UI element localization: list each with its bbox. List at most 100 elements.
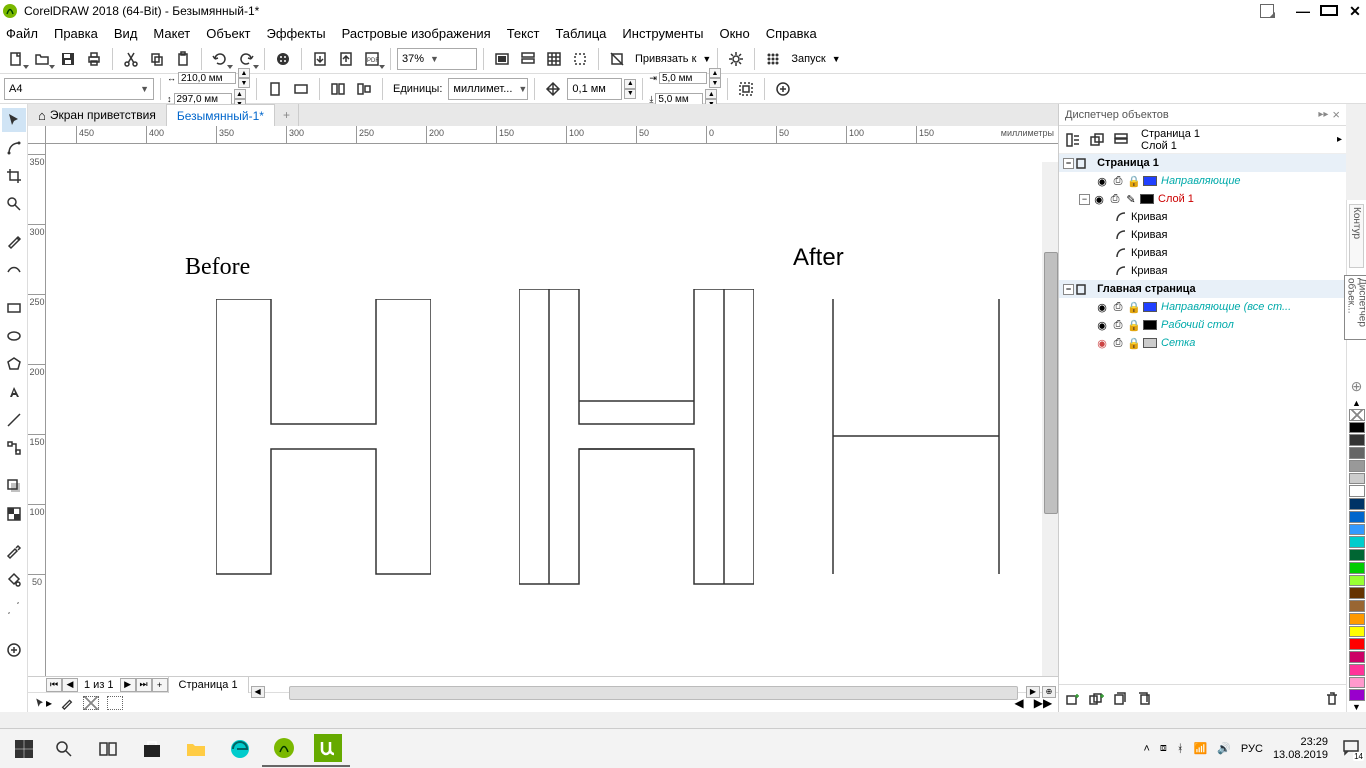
lock-icon[interactable]: 🔒 [1127,175,1141,188]
docker-collapse-icon[interactable]: ▸▸ [1318,109,1328,120]
tray-notifications-icon[interactable]: 14 [1342,738,1360,759]
new-button[interactable] [4,47,28,71]
tray-bluetooth-icon[interactable]: ᚼ [1177,743,1184,755]
open-button[interactable] [30,47,54,71]
docker-close-icon[interactable]: × [1332,107,1340,122]
menu-table[interactable]: Таблица [555,26,606,41]
eyedropper-tool[interactable] [2,540,26,564]
polygon-tool[interactable] [2,352,26,376]
docker-flyout-icon[interactable]: ▸ [1337,134,1342,145]
interactive-fill-tool[interactable] [2,568,26,592]
tray-wifi-icon[interactable]: 📶 [1194,742,1208,755]
export-button[interactable] [334,47,358,71]
copy-button[interactable] [145,47,169,71]
parallel-dimension-tool[interactable] [2,408,26,432]
new-master-layer-button[interactable] [1087,689,1107,709]
connector-tool[interactable] [2,436,26,460]
show-grid-button[interactable] [542,47,566,71]
zoom-combo[interactable]: 37%▼ [397,48,477,70]
menu-layout[interactable]: Макет [153,26,190,41]
edit-across-layers-button[interactable] [1087,130,1107,150]
vertical-scrollbar[interactable] [1042,162,1058,676]
printable-icon[interactable]: ⎙ [1111,175,1125,188]
prev-page-button[interactable]: ◀ [62,678,78,692]
undo-button[interactable] [208,47,232,71]
landscape-button[interactable] [289,77,313,101]
app-launcher-icon[interactable] [761,47,785,71]
search-button[interactable] [42,731,86,767]
new-tab-button[interactable]: + [275,104,299,126]
visibility-icon[interactable]: ◉ [1095,175,1109,188]
menu-object[interactable]: Объект [206,26,250,41]
tray-clock[interactable]: 23:29 13.08.2019 [1273,736,1332,762]
close-button[interactable]: ✕ [1346,3,1364,20]
contour-tab[interactable]: Контур [1349,204,1364,268]
start-button[interactable] [6,731,42,767]
new-layer-button[interactable] [1063,689,1083,709]
units-combo[interactable]: миллимет...▼ [448,78,528,100]
taskbar-explorer-icon[interactable] [174,731,218,767]
outline-tool[interactable] [2,596,26,620]
workspace-button[interactable] [1260,4,1274,18]
show-guidelines-button[interactable] [568,47,592,71]
launcher-label[interactable]: Запуск [791,53,825,65]
taskbar-utorrent-icon[interactable] [306,731,350,767]
page-tab[interactable]: Страница 1 [168,677,249,693]
page-width-input[interactable] [178,72,236,84]
transparency-tool[interactable] [2,502,26,526]
tray-language[interactable]: РУС [1241,743,1263,755]
nudge-input[interactable] [567,78,622,100]
portrait-button[interactable] [263,77,287,101]
dup-x-input[interactable] [659,72,707,84]
taskbar-coreldraw-icon[interactable] [262,731,306,767]
pick-tool[interactable] [2,108,26,132]
object-manager-tab[interactable]: Диспетчер объек... [1344,275,1366,339]
menu-bitmaps[interactable]: Растровые изображения [342,26,491,41]
search-content-button[interactable] [271,47,295,71]
publish-pdf-button[interactable]: PDF [360,47,384,71]
minimize-button[interactable]: — [1294,3,1312,19]
ruler-horizontal[interactable]: 450 400 350 300 250 200 150 100 50 0 50 … [28,126,1058,144]
ruler-vertical[interactable]: 350 300 250 200 150 100 50 [28,144,46,676]
add-preset-button[interactable] [771,77,795,101]
duplicate-distance[interactable]: ⇥▲▼ ⤓▲▼ [649,68,721,109]
cursor-info-icon[interactable]: ▸ [34,695,52,711]
add-color-button[interactable]: ⊕ [1351,378,1363,395]
menu-view[interactable]: Вид [114,26,138,41]
show-properties-button[interactable] [1063,130,1083,150]
last-page-button[interactable]: ⏭ [136,678,152,692]
menu-window[interactable]: Окно [719,26,749,41]
text-tool[interactable] [2,380,26,404]
color-swatch[interactable] [1349,422,1365,434]
color-palette[interactable]: Контур Диспетчер объек... ⊕ ▲ ▼ [1346,200,1366,712]
tray-up-icon[interactable]: ˄ [1143,743,1149,755]
outline-swatch[interactable] [106,695,124,711]
crop-tool[interactable] [2,164,26,188]
fill-swatch[interactable] [82,695,100,711]
menu-text[interactable]: Текст [507,26,540,41]
freehand-tool[interactable] [2,230,26,254]
tray-volume-icon[interactable]: 🔊 [1217,742,1231,755]
paste-button[interactable] [171,47,195,71]
new-master-layer-odd-button[interactable] [1111,689,1131,709]
fullscreen-preview-button[interactable] [490,47,514,71]
page-size-combo[interactable]: A4▼ [4,78,154,100]
ellipse-tool[interactable] [2,324,26,348]
cut-button[interactable] [119,47,143,71]
page-dimensions[interactable]: ↔▲▼ ↕▲▼ [167,68,250,109]
menu-help[interactable]: Справка [766,26,817,41]
artistic-media-tool[interactable] [2,258,26,282]
next-page-button[interactable]: ▶ [120,678,136,692]
object-tree[interactable]: − Страница 1 ◉⎙🔒Направляющие −◉⎙✎Слой 1 … [1059,154,1346,684]
docker-title[interactable]: Диспетчер объектов ▸▸ × [1059,104,1346,126]
current-page-button[interactable] [352,77,376,101]
drawing-canvas[interactable]: Before After [46,144,1058,676]
menu-edit[interactable]: Правка [54,26,98,41]
task-view-button[interactable] [86,731,130,767]
tray-dropbox-icon[interactable]: ⧈ [1160,742,1167,755]
all-pages-button[interactable] [326,77,350,101]
save-button[interactable] [56,47,80,71]
menu-effects[interactable]: Эффекты [267,26,326,41]
print-button[interactable] [82,47,106,71]
outline-pen-icon[interactable] [58,695,76,711]
